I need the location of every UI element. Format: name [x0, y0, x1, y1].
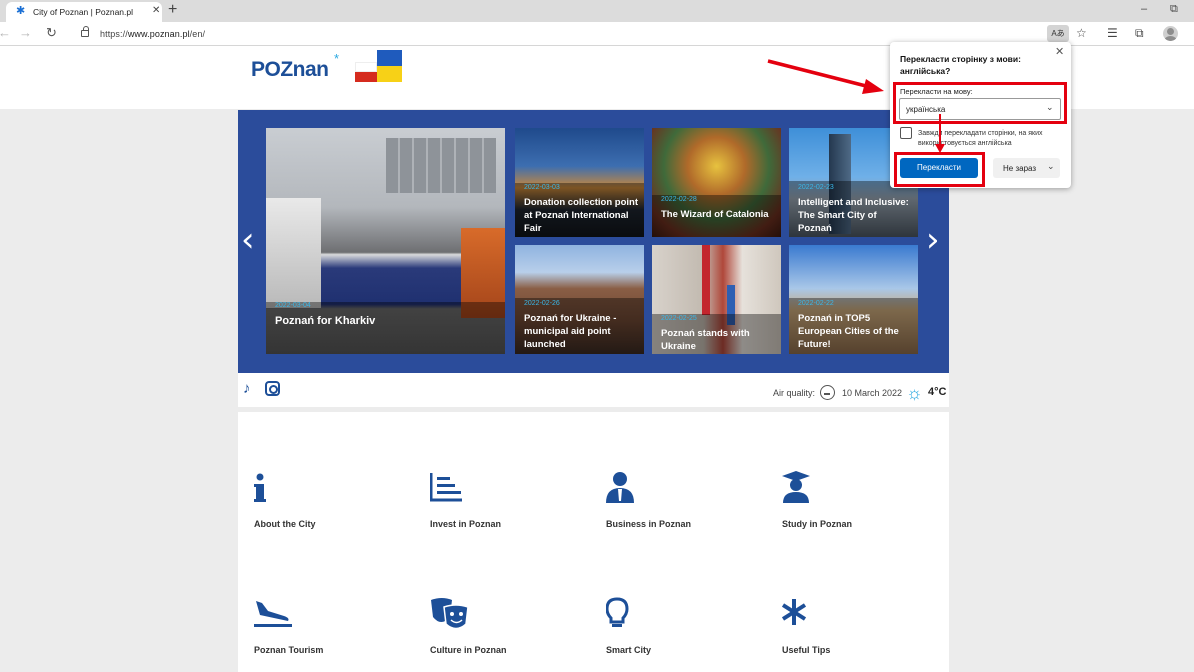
- news-title: Donation collection point at Poznań Inte…: [524, 197, 638, 234]
- weather-date: 10 March 2022: [842, 388, 903, 398]
- quick-link-label: Smart City: [606, 645, 652, 655]
- news-date: 2022-03-04: [275, 302, 311, 309]
- news-title: The Wizard of Catalonia: [661, 209, 769, 220]
- theater-masks-icon: [431, 598, 469, 630]
- asterisk-icon: [782, 599, 807, 625]
- news-date: 2022-02-25: [661, 315, 697, 322]
- news-date: 2022-02-22: [798, 300, 834, 307]
- quick-link-label: Invest in Poznan: [430, 519, 502, 529]
- poznan-favicon-icon: ✱: [16, 5, 26, 17]
- quick-link-label: About the City: [254, 519, 316, 529]
- news-title: Poznań in TOP5 European Cities of the Fu…: [798, 313, 899, 350]
- logo-star-icon: *: [334, 51, 340, 66]
- news-title: Poznań stands with Ukraine: [661, 328, 750, 352]
- news-card[interactable]: 2022-02-22 Poznań in TOP5 European Citie…: [789, 245, 918, 354]
- tab-title: City of Poznan | Poznan.pl: [33, 7, 134, 17]
- news-card[interactable]: 2022-02-28 The Wizard of Catalonia: [652, 128, 781, 237]
- always-translate-checkbox[interactable]: [900, 127, 912, 139]
- news-card[interactable]: 2022-03-04 Poznań for Kharkiv: [266, 128, 505, 354]
- lock-icon[interactable]: [81, 26, 89, 37]
- air-quality-face-icon[interactable]: [820, 385, 835, 400]
- popup-close-icon[interactable]: ✕: [1055, 45, 1064, 58]
- tab-strip: ✱ City of Poznan | Poznan.pl ✕ + – ⧉: [0, 0, 1194, 22]
- instagram-icon[interactable]: [265, 381, 280, 396]
- collections-icon[interactable]: ⧉: [1135, 26, 1144, 40]
- chart-icon: [430, 473, 462, 502]
- news-date: 2022-02-23: [798, 184, 834, 191]
- url-path: /en/: [189, 29, 206, 39]
- url-prefix: https://: [100, 29, 128, 39]
- not-now-button[interactable]: Не зараз ⌄: [993, 158, 1060, 178]
- url-host: www.poznan.pl: [127, 29, 190, 39]
- refresh-icon[interactable]: ↻: [46, 25, 57, 41]
- temperature: 4°C: [928, 386, 947, 398]
- favorites-icon[interactable]: ☰: [1107, 26, 1118, 40]
- quick-link-label: Study in Poznan: [782, 519, 853, 529]
- popup-title: Перекласти сторінку з мови: англійська?: [900, 54, 1021, 76]
- target-language-select[interactable]: українська ⌄: [899, 98, 1061, 120]
- target-language-label: Перекласти на мову:: [900, 87, 973, 96]
- poznan-logo[interactable]: POZnan: [251, 58, 329, 82]
- forward-icon[interactable]: →: [19, 25, 32, 41]
- browser-tab[interactable]: ✱ City of Poznan | Poznan.pl ✕: [6, 2, 162, 22]
- minimize-button[interactable]: –: [1141, 3, 1147, 15]
- news-date: 2022-02-26: [524, 300, 560, 307]
- url-field[interactable]: https://www.poznan.pl/en/: [100, 29, 205, 39]
- lightbulb-icon: [606, 597, 629, 627]
- translate-button[interactable]: Перекласти: [900, 158, 978, 178]
- quick-link-label: Culture in Poznan: [430, 645, 507, 655]
- info-icon: [254, 473, 266, 502]
- plane-landing-icon: [254, 601, 292, 627]
- air-quality-label: Air quality:: [773, 388, 816, 398]
- quick-links-panel: [238, 412, 949, 672]
- news-date: 2022-03-03: [524, 184, 560, 191]
- news-card[interactable]: 2022-02-25 Poznań stands with Ukraine: [652, 245, 781, 354]
- quick-link-label: Poznan Tourism: [254, 645, 324, 655]
- selected-language: українська: [906, 105, 946, 114]
- chevron-down-icon: ⌄: [1046, 102, 1054, 112]
- maximize-button[interactable]: ⧉: [1170, 3, 1178, 16]
- news-title: Poznań for Kharkiv: [275, 315, 376, 327]
- slider-next-icon[interactable]: ›: [926, 222, 940, 258]
- quick-link-label: Business in Poznan: [606, 519, 692, 529]
- news-date: 2022-02-28: [661, 196, 697, 203]
- graduate-icon: [782, 471, 810, 503]
- not-now-label: Не зараз: [1003, 164, 1037, 173]
- poland-ukraine-flag-icon: [355, 50, 402, 82]
- quick-link-label: Useful Tips: [782, 645, 831, 655]
- slider-prev-icon[interactable]: ‹: [241, 222, 255, 258]
- tab-close-icon[interactable]: ✕: [152, 5, 160, 16]
- news-title: Intelligent and Inclusive: The Smart Cit…: [798, 197, 909, 234]
- favorite-add-icon[interactable]: ☆: [1076, 26, 1087, 40]
- chevron-down-icon: ⌄: [1047, 161, 1055, 171]
- tiktok-icon[interactable]: ♪: [243, 380, 251, 397]
- sun-icon: ☼: [906, 383, 923, 403]
- new-tab-button[interactable]: +: [168, 1, 177, 19]
- profile-icon[interactable]: [1163, 26, 1178, 41]
- business-person-icon: [606, 472, 634, 503]
- translate-icon[interactable]: Aあ: [1047, 25, 1069, 42]
- back-icon[interactable]: ←: [0, 25, 11, 41]
- news-title: Poznań for Ukraine - municipal aid point…: [524, 313, 617, 350]
- news-card[interactable]: 2022-03-03 Donation collection point at …: [515, 128, 644, 237]
- always-translate-label: Завжди перекладати сторінки, на яких вик…: [918, 130, 1043, 147]
- news-card[interactable]: 2022-02-26 Poznań for Ukraine - municipa…: [515, 245, 644, 354]
